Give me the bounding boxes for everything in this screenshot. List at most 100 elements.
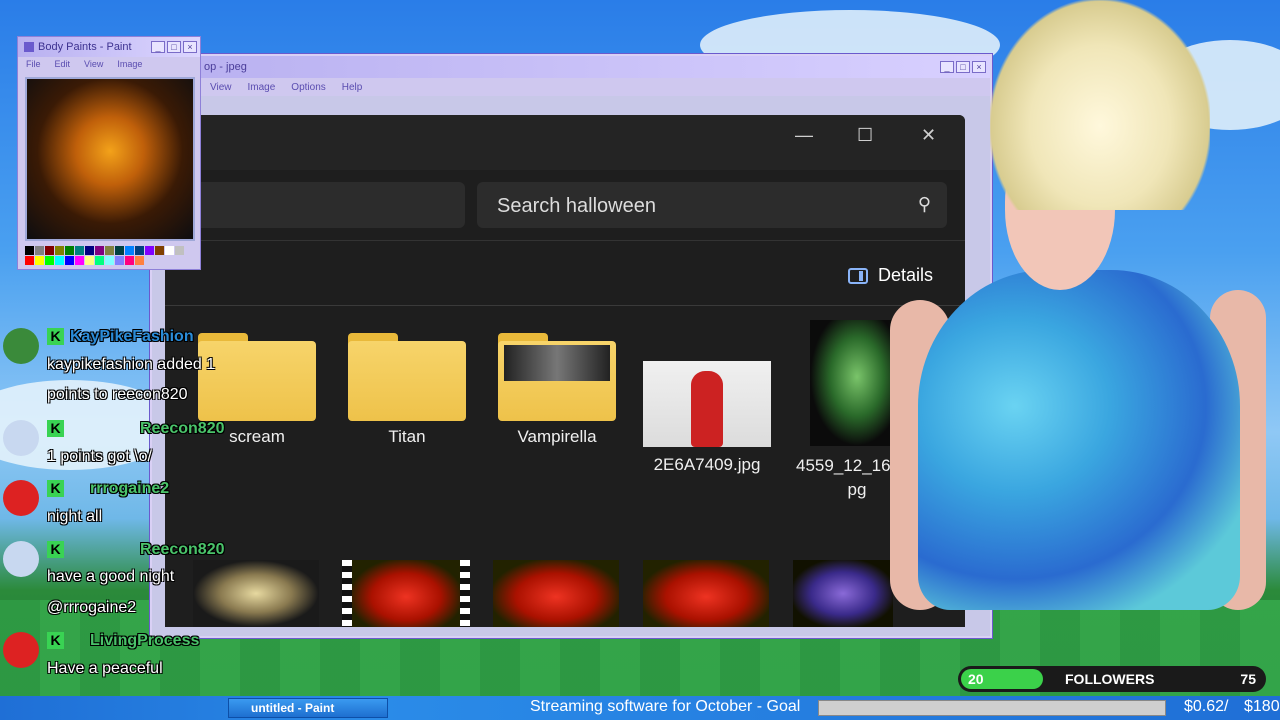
paint-small-menubar: File Edit View Image xyxy=(18,57,200,71)
color-swatch[interactable] xyxy=(65,246,74,255)
color-swatch[interactable] xyxy=(25,256,34,265)
color-swatch[interactable] xyxy=(85,246,94,255)
details-button[interactable]: Details xyxy=(847,265,933,286)
chat-message: 1 points got \o/ xyxy=(47,448,152,465)
chat-username-line: K Reecon820 xyxy=(47,541,225,559)
maximize-button[interactable]: □ xyxy=(956,61,970,73)
folder-item[interactable]: Vampirella xyxy=(482,333,632,449)
color-swatch[interactable] xyxy=(165,246,174,255)
menu-options[interactable]: Options xyxy=(291,82,325,93)
folder-icon xyxy=(498,333,616,421)
chat-message: kaypikefashion added 1 xyxy=(47,356,216,373)
followers-goal-bar: 20 FOLLOWERS 75 xyxy=(958,666,1266,692)
color-swatch[interactable] xyxy=(55,256,64,265)
folder-item[interactable]: Titan xyxy=(332,333,482,449)
chat-username: Reecon820 xyxy=(140,541,225,558)
color-swatch[interactable] xyxy=(85,256,94,265)
maximize-button[interactable]: □ xyxy=(167,41,181,53)
color-swatch[interactable] xyxy=(45,246,54,255)
color-swatch[interactable] xyxy=(115,256,124,265)
chat-username-line: Krrrogaine2 xyxy=(47,480,169,498)
followers-goal: 75 xyxy=(1240,671,1256,687)
kick-badge: K xyxy=(47,420,64,437)
chat-username-line: K Reecon820 xyxy=(47,420,225,438)
color-swatch[interactable] xyxy=(105,246,114,255)
chat-message: points to reecon820 xyxy=(47,386,188,403)
color-swatch[interactable] xyxy=(95,256,104,265)
paint-task-label: untitled - Paint xyxy=(251,701,335,715)
chat-message: @rrrogaine2 xyxy=(47,599,137,616)
search-icon[interactable]: ⚲ xyxy=(918,194,931,215)
folder-icon xyxy=(198,333,316,421)
followers-label: FOLLOWERS xyxy=(1065,671,1155,687)
search-placeholder: Search halloween xyxy=(497,195,656,217)
streamer-hair xyxy=(990,0,1210,210)
paint-small-titlebar: Body Paints - Paint _ □ × xyxy=(18,37,200,57)
explorer-maximize-button[interactable]: ☐ xyxy=(857,125,873,146)
close-button[interactable]: × xyxy=(972,61,986,73)
image-file-item[interactable]: 2E6A7409.jpg xyxy=(632,361,782,477)
color-palette[interactable] xyxy=(25,246,191,265)
search-input[interactable]: Search halloween ⚲ xyxy=(477,182,947,228)
color-swatch[interactable] xyxy=(35,256,44,265)
image-thumbnail[interactable] xyxy=(793,560,893,627)
color-swatch[interactable] xyxy=(105,256,114,265)
paint-main-titlebar: op - jpeg _ □ × xyxy=(152,56,990,78)
color-swatch[interactable] xyxy=(55,246,64,255)
menu-view[interactable]: View xyxy=(84,59,103,69)
close-button[interactable]: × xyxy=(183,41,197,53)
explorer-close-button[interactable]: ✕ xyxy=(921,125,936,146)
chat-username-line: K KayPikeFashion xyxy=(47,328,194,346)
chat-username: LivingProcess xyxy=(90,632,200,649)
menu-view[interactable]: View xyxy=(210,82,232,93)
image-thumbnail xyxy=(643,361,771,447)
item-label: Titan xyxy=(388,427,426,446)
avatar xyxy=(3,328,39,364)
color-swatch[interactable] xyxy=(115,246,124,255)
color-swatch[interactable] xyxy=(35,246,44,255)
menu-help[interactable]: Help xyxy=(342,82,363,93)
divider xyxy=(165,240,965,241)
color-swatch[interactable] xyxy=(65,256,74,265)
minimize-button[interactable]: _ xyxy=(151,41,165,53)
donation-goal: $180 xyxy=(1244,698,1280,715)
menu-image[interactable]: Image xyxy=(117,59,142,69)
image-thumbnail[interactable] xyxy=(643,560,769,627)
donation-progress-bar xyxy=(818,700,1166,716)
color-swatch[interactable] xyxy=(25,246,34,255)
menu-image[interactable]: Image xyxy=(248,82,276,93)
menu-file[interactable]: File xyxy=(26,59,41,69)
video-thumbnail[interactable] xyxy=(342,560,470,627)
folder-icon xyxy=(348,333,466,421)
color-swatch[interactable] xyxy=(45,256,54,265)
image-thumbnail[interactable] xyxy=(493,560,619,627)
stream-ticker: Streaming software for October - Goal xyxy=(530,698,801,715)
chat-message: night all xyxy=(47,508,103,525)
donation-current: $0.62/ xyxy=(1184,698,1229,715)
color-swatch[interactable] xyxy=(75,246,84,255)
minimize-button[interactable]: _ xyxy=(940,61,954,73)
address-bar[interactable] xyxy=(165,182,465,228)
paint-small-title: Body Paints - Paint xyxy=(38,41,132,53)
color-swatch[interactable] xyxy=(155,246,164,255)
item-label: 2E6A7409.jpg xyxy=(653,455,761,474)
followers-current: 20 xyxy=(968,671,984,687)
color-swatch[interactable] xyxy=(75,256,84,265)
item-label: Vampirella xyxy=(517,427,597,446)
paint-app-icon xyxy=(24,42,34,52)
explorer-minimize-button[interactable]: — xyxy=(795,125,813,146)
image-thumbnail[interactable] xyxy=(193,560,319,627)
color-swatch[interactable] xyxy=(175,246,184,255)
color-swatch[interactable] xyxy=(125,256,134,265)
color-swatch[interactable] xyxy=(125,246,134,255)
chat-username: KayPikeFashion xyxy=(70,328,194,345)
details-label: Details xyxy=(877,265,933,285)
menu-edit[interactable]: Edit xyxy=(55,59,71,69)
kick-badge: K xyxy=(47,328,64,345)
color-swatch[interactable] xyxy=(145,246,154,255)
color-swatch[interactable] xyxy=(135,246,144,255)
chat-username: Reecon820 xyxy=(140,420,225,437)
color-swatch[interactable] xyxy=(135,256,144,265)
taskbar-paint-button[interactable]: untitled - Paint xyxy=(228,698,388,718)
color-swatch[interactable] xyxy=(95,246,104,255)
